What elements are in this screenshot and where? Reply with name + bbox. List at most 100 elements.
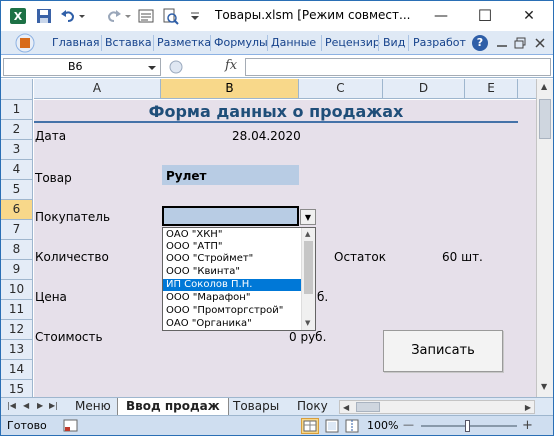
row-header-6[interactable]: 6 <box>1 200 33 220</box>
tab-data[interactable]: Данные <box>271 36 316 49</box>
prev-sheet-icon[interactable]: ◀ <box>23 401 29 410</box>
dropdown-item[interactable]: ООО "Квинта" <box>163 266 301 278</box>
vertical-scroll-thumb[interactable] <box>539 99 551 139</box>
column-header-a[interactable]: A <box>34 79 161 99</box>
row-header-13[interactable]: 13 <box>1 340 33 360</box>
ribbon-minimize-icon[interactable] <box>495 35 509 51</box>
horizontal-scroll-thumb[interactable] <box>356 402 380 412</box>
buyer-cell[interactable] <box>162 206 299 226</box>
sheet-tab-menu[interactable]: Меню <box>67 398 119 415</box>
tab-view[interactable]: Вид <box>383 36 405 49</box>
row-header-12[interactable]: 12 <box>1 320 33 340</box>
row-header-1[interactable]: 1 <box>1 100 33 120</box>
zoom-level[interactable]: 100% <box>367 419 398 432</box>
dropdown-scroll-thumb[interactable] <box>304 241 313 294</box>
dropdown-item[interactable]: ООО "Марафон" <box>163 292 301 304</box>
save-button[interactable]: Записать <box>383 330 503 372</box>
column-header-b[interactable]: B <box>161 79 299 99</box>
insert-function-icon[interactable]: fx <box>225 58 237 73</box>
next-sheet-icon[interactable]: ▶ <box>37 401 43 410</box>
sheet-tab-buyers[interactable]: Поку <box>289 398 336 415</box>
ribbon-close-icon[interactable] <box>533 35 547 51</box>
column-header-f[interactable] <box>518 79 538 99</box>
dropdown-item-selected[interactable]: ИП Соколов П.Н. <box>163 279 301 291</box>
help-icon[interactable]: ? <box>472 35 488 51</box>
zoom-out-button[interactable]: — <box>403 418 414 431</box>
tab-formulas[interactable]: Формулы <box>214 36 268 49</box>
dropdown-item[interactable]: ООО "Промторгстрой" <box>163 305 301 317</box>
formula-input[interactable] <box>245 58 551 76</box>
date-value[interactable]: 28.04.2020 <box>232 129 301 143</box>
print-preview-icon[interactable] <box>161 7 179 25</box>
vertical-scrollbar[interactable]: ▲ ▼ <box>536 79 553 397</box>
row-header-4[interactable]: 4 <box>1 160 33 180</box>
row-header-9[interactable]: 9 <box>1 260 33 280</box>
redo-dropdown-icon[interactable] <box>123 7 133 25</box>
dropdown-item[interactable]: ОАО "Органика" <box>163 318 301 330</box>
maximize-button[interactable]: ☐ <box>463 1 507 31</box>
zoom-in-button[interactable]: + <box>522 418 533 433</box>
scroll-right-icon[interactable]: ▶ <box>525 403 531 412</box>
column-header-d[interactable]: D <box>383 79 465 99</box>
close-button[interactable]: ✕ <box>507 1 551 31</box>
dropdown-item[interactable]: ОАО "ХКН" <box>163 229 301 241</box>
tab-home[interactable]: Главная <box>52 36 100 49</box>
row-header-5[interactable]: 5 <box>1 180 33 200</box>
formula-bar-resize-icon[interactable] <box>169 60 183 74</box>
page-layout-view-icon[interactable] <box>323 418 341 434</box>
row-header-15[interactable]: 15 <box>1 380 33 397</box>
redo-icon[interactable] <box>105 7 123 25</box>
tab-page-layout[interactable]: Разметка <box>157 36 211 49</box>
first-sheet-icon[interactable]: |◀ <box>7 401 16 410</box>
tab-insert[interactable]: Вставка <box>105 36 152 49</box>
product-value[interactable]: Рулет <box>166 169 207 183</box>
quantity-label: Количество <box>35 250 109 264</box>
row-header-14[interactable]: 14 <box>1 360 33 380</box>
normal-view-icon[interactable] <box>301 418 319 434</box>
row-header-11[interactable]: 11 <box>1 300 33 320</box>
sheet-tabs-bar: |◀ ◀ ▶ ▶| Меню Ввод продаж Товары Поку ◀… <box>1 397 553 415</box>
customize-qat-icon[interactable] <box>189 7 201 25</box>
dropdown-item[interactable]: ООО "Строймет" <box>163 253 301 265</box>
date-label: Дата <box>35 129 67 143</box>
name-box-dropdown-icon[interactable] <box>147 62 157 72</box>
save-icon[interactable] <box>35 7 53 25</box>
last-sheet-icon[interactable]: ▶| <box>49 401 58 410</box>
scroll-down-icon[interactable]: ▼ <box>305 319 310 327</box>
row-header-8[interactable]: 8 <box>1 240 33 260</box>
sheet-tab-sales-entry[interactable]: Ввод продаж <box>117 398 229 415</box>
page-break-view-icon[interactable] <box>343 418 361 434</box>
undo-icon[interactable] <box>59 7 77 25</box>
scroll-up-icon[interactable]: ▲ <box>541 82 547 91</box>
form-title: Форма данных о продажах <box>148 102 404 121</box>
name-box[interactable]: B6 <box>3 58 161 76</box>
dropdown-scrollbar[interactable]: ▲ ▼ <box>301 228 315 330</box>
row-header-10[interactable]: 10 <box>1 280 33 300</box>
column-header-e[interactable]: E <box>465 79 518 99</box>
undo-dropdown-icon[interactable] <box>77 7 87 25</box>
office-button[interactable] <box>5 33 45 53</box>
row-header-2[interactable]: 2 <box>1 120 33 140</box>
excel-logo-icon[interactable]: X <box>9 7 27 25</box>
tab-review[interactable]: Рецензир <box>325 36 380 49</box>
product-label: Товар <box>35 171 72 185</box>
zoom-slider-thumb[interactable] <box>465 420 470 432</box>
ribbon-restore-icon[interactable] <box>513 35 527 51</box>
window-title: Товары.xlsm [Режим совмест... <box>215 8 411 22</box>
scroll-left-icon[interactable]: ◀ <box>343 403 349 412</box>
form-icon[interactable] <box>137 7 155 25</box>
scroll-down-icon[interactable]: ▼ <box>541 382 547 391</box>
dropdown-item[interactable]: ООО "АТП" <box>163 241 301 253</box>
tab-developer[interactable]: Разработ <box>413 36 466 49</box>
sheet-tab-products[interactable]: Товары <box>225 398 287 415</box>
minimize-button[interactable]: — <box>419 1 463 31</box>
buyer-dropdown-button[interactable]: ▼ <box>300 209 316 225</box>
column-header-c[interactable]: C <box>299 79 383 99</box>
macro-record-icon[interactable] <box>63 419 79 433</box>
row-header-3[interactable]: 3 <box>1 140 33 160</box>
horizontal-scrollbar[interactable]: ◀ ▶ <box>339 400 535 414</box>
row-header-7[interactable]: 7 <box>1 220 33 240</box>
select-all-corner[interactable] <box>1 79 33 100</box>
title-underline <box>34 121 518 123</box>
scroll-up-icon[interactable]: ▲ <box>305 230 310 238</box>
